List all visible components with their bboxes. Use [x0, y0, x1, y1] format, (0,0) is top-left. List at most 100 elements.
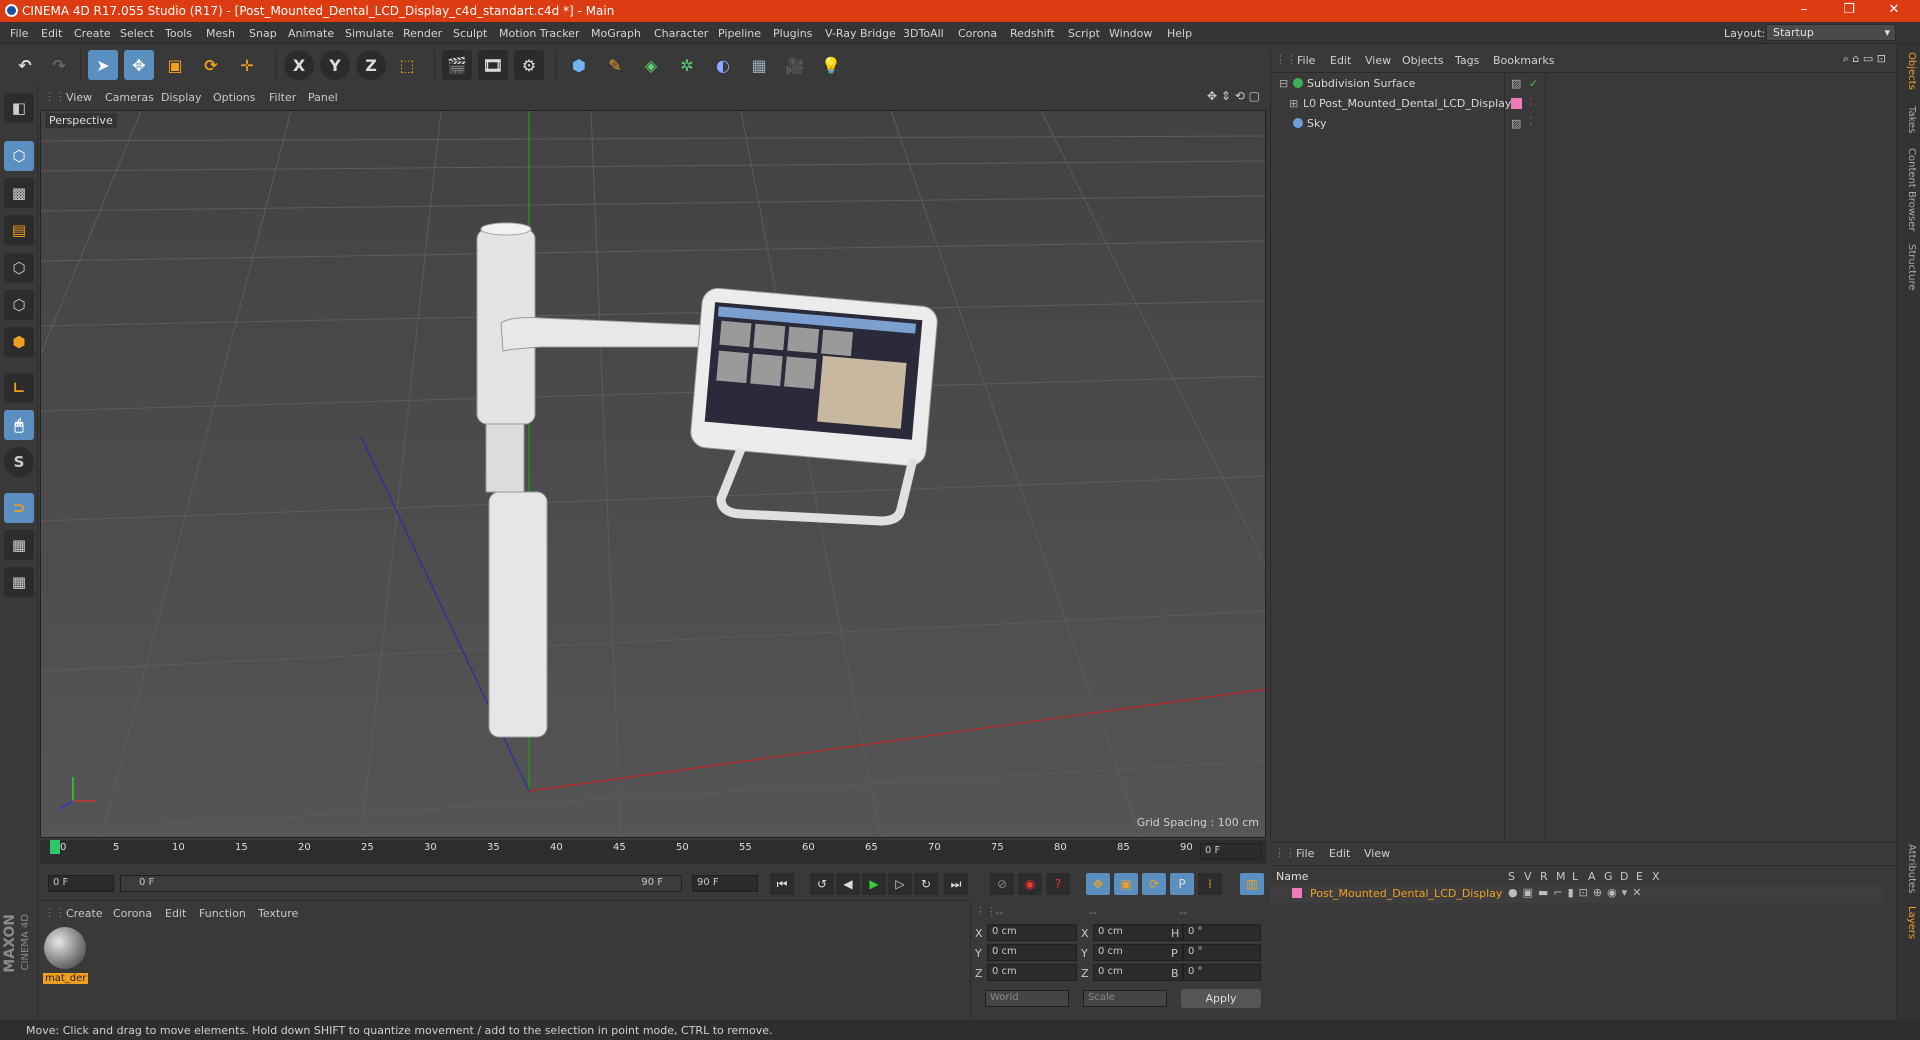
tab-attributes[interactable]: Attributes [1900, 844, 1917, 893]
menu-simulate[interactable]: Simulate [345, 27, 394, 40]
record-disabled-icon[interactable]: ⊘ [990, 873, 1014, 895]
object-name[interactable]: Sky [1307, 117, 1326, 130]
objects-menu-edit[interactable]: Edit [1330, 54, 1351, 67]
menu-select[interactable]: Select [120, 27, 154, 40]
menu-3dtoall[interactable]: 3DToAll [903, 27, 944, 40]
render-picture-viewer-icon[interactable]: 🎞 [478, 50, 508, 80]
tweak-mode-icon[interactable]: 🖱 [4, 410, 34, 440]
rotation-p-field[interactable]: 0 ° [1183, 944, 1261, 961]
menu-plugins[interactable]: Plugins [773, 27, 812, 40]
viewport-menu-filter[interactable]: Filter [269, 91, 296, 104]
object-name[interactable]: Subdivision Surface [1307, 77, 1415, 90]
next-key-icon[interactable]: ↻ [914, 873, 938, 895]
light-icon[interactable]: 💡 [816, 50, 846, 80]
size-x-field[interactable]: 0 cm [1093, 924, 1183, 941]
z-axis-toggle[interactable]: Z [356, 50, 386, 80]
viewport-menu-display[interactable]: Display [161, 91, 202, 104]
layer-flags-icons[interactable]: ●▣▬⌐▮⊡⊕◉▾✕ [1508, 886, 1646, 899]
viewport-menu-options[interactable]: Options [213, 91, 255, 104]
objects-menu-view[interactable]: View [1365, 54, 1391, 67]
goto-start-icon[interactable]: ⏮ [770, 873, 794, 895]
visibility-dots-icon[interactable]: ⁚ [1529, 95, 1533, 108]
material-menu-create[interactable]: Create [66, 907, 103, 920]
material-menu-corona[interactable]: Corona [113, 907, 152, 920]
prev-key-icon[interactable]: ↺ [810, 873, 834, 895]
layout-dropdown[interactable]: Startup ▾ [1766, 24, 1896, 41]
menu-edit[interactable]: Edit [41, 27, 62, 40]
redo-icon[interactable]: ↷ [44, 50, 74, 80]
close-button[interactable]: ✕ [1877, 2, 1911, 20]
layers-menu-edit[interactable]: Edit [1329, 847, 1350, 860]
end-frame-field[interactable]: 90 F [692, 875, 758, 892]
playhead[interactable] [50, 840, 60, 854]
size-mode-dropdown[interactable]: Scale [1083, 990, 1167, 1007]
menu-mesh[interactable]: Mesh [206, 27, 235, 40]
points-mode-icon[interactable]: ⬡ [4, 253, 34, 283]
lock-workplane-icon[interactable]: ▦ [4, 530, 34, 560]
cube-object-icon[interactable]: ⬢ [564, 50, 594, 80]
tab-takes[interactable]: Takes [1900, 106, 1917, 133]
material-swatch[interactable] [44, 927, 86, 969]
layers-menu-view[interactable]: View [1364, 847, 1390, 860]
render-view-icon[interactable]: 🎬 [442, 50, 472, 80]
material-menu-function[interactable]: Function [199, 907, 246, 920]
object-row-sky[interactable]: Sky ▨ ⁚ [1271, 115, 1885, 133]
material-name[interactable]: mat_der [43, 973, 89, 984]
timeline-window-icon[interactable]: ▥ [1240, 873, 1264, 895]
scale-tool-icon[interactable]: ▣ [160, 50, 190, 80]
apply-button[interactable]: Apply [1181, 989, 1261, 1008]
magnet-icon[interactable]: ⊃ [4, 493, 34, 523]
rotate-tool-icon[interactable]: ⟳ [196, 50, 226, 80]
position-z-field[interactable]: 0 cm [987, 964, 1077, 981]
coordinate-system-icon[interactable]: ⬚ [392, 50, 422, 80]
viewport-menu-cameras[interactable]: Cameras [105, 91, 154, 104]
layer-color-swatch[interactable] [1292, 888, 1302, 898]
size-y-field[interactable]: 0 cm [1093, 944, 1183, 961]
material-menu-texture[interactable]: Texture [258, 907, 298, 920]
restore-button[interactable]: ❐ [1832, 2, 1866, 20]
menu-window[interactable]: Window [1109, 27, 1152, 40]
key-rotate-icon[interactable]: ⟳ [1142, 873, 1166, 895]
menu-corona[interactable]: Corona [958, 27, 997, 40]
key-scale-icon[interactable]: ▣ [1114, 873, 1138, 895]
menu-animate[interactable]: Animate [288, 27, 334, 40]
frame-range-slider[interactable]: 0 F 90 F [120, 875, 682, 892]
minimize-button[interactable]: – [1787, 2, 1821, 20]
objects-menu-tags[interactable]: Tags [1455, 54, 1479, 67]
rotation-h-field[interactable]: 0 ° [1183, 924, 1261, 941]
tab-structure[interactable]: Structure [1900, 244, 1917, 291]
object-name[interactable]: Post_Mounted_Dental_LCD_Display [1319, 97, 1511, 110]
menu-help[interactable]: Help [1167, 27, 1192, 40]
menu-script[interactable]: Script [1068, 27, 1100, 40]
menu-character[interactable]: Character [654, 27, 708, 40]
record-icon[interactable]: ◉ [1018, 873, 1042, 895]
coord-mode-dropdown[interactable]: World [985, 990, 1069, 1007]
workplane-mode-icon[interactable]: ▤ [4, 215, 34, 245]
layer-name[interactable]: Post_Mounted_Dental_LCD_Display [1310, 887, 1502, 900]
material-tag-icon[interactable] [1511, 98, 1522, 109]
expand-icon[interactable]: ⊞ [1289, 97, 1298, 110]
move-tool-icon[interactable]: ✥ [124, 50, 154, 80]
material-menu-edit[interactable]: Edit [165, 907, 186, 920]
viewport-menu-panel[interactable]: Panel [308, 91, 338, 104]
menu-render[interactable]: Render [403, 27, 442, 40]
floor-icon[interactable]: ▦ [744, 50, 774, 80]
texture-mode-icon[interactable]: ▩ [4, 178, 34, 208]
objects-menu-objects[interactable]: Objects [1402, 54, 1444, 67]
camera-icon[interactable]: 🎥 [780, 50, 810, 80]
menu-file[interactable]: File [10, 27, 28, 40]
cloner-icon[interactable]: ✲ [672, 50, 702, 80]
deformer-icon[interactable]: ◐ [708, 50, 738, 80]
key-points-icon[interactable]: ⁞ [1198, 873, 1222, 895]
menu-vray-bridge[interactable]: V-Ray Bridge [825, 27, 896, 40]
snap-icon[interactable]: S [4, 447, 34, 477]
autokey-icon[interactable]: ? [1046, 873, 1070, 895]
x-axis-toggle[interactable]: X [284, 50, 314, 80]
rotation-b-field[interactable]: 0 ° [1183, 964, 1261, 981]
search-icon[interactable]: ⌕ ⌂ ▭ ⊡ [1843, 52, 1886, 66]
position-x-field[interactable]: 0 cm [987, 924, 1077, 941]
viewport-nav-icons[interactable]: ✥ ⇕ ⟲ ▢ [1207, 89, 1260, 103]
menu-motion-tracker[interactable]: Motion Tracker [499, 27, 579, 40]
tab-objects[interactable]: Objects [1900, 52, 1917, 90]
enabled-check-icon[interactable]: ✓ [1529, 77, 1538, 90]
